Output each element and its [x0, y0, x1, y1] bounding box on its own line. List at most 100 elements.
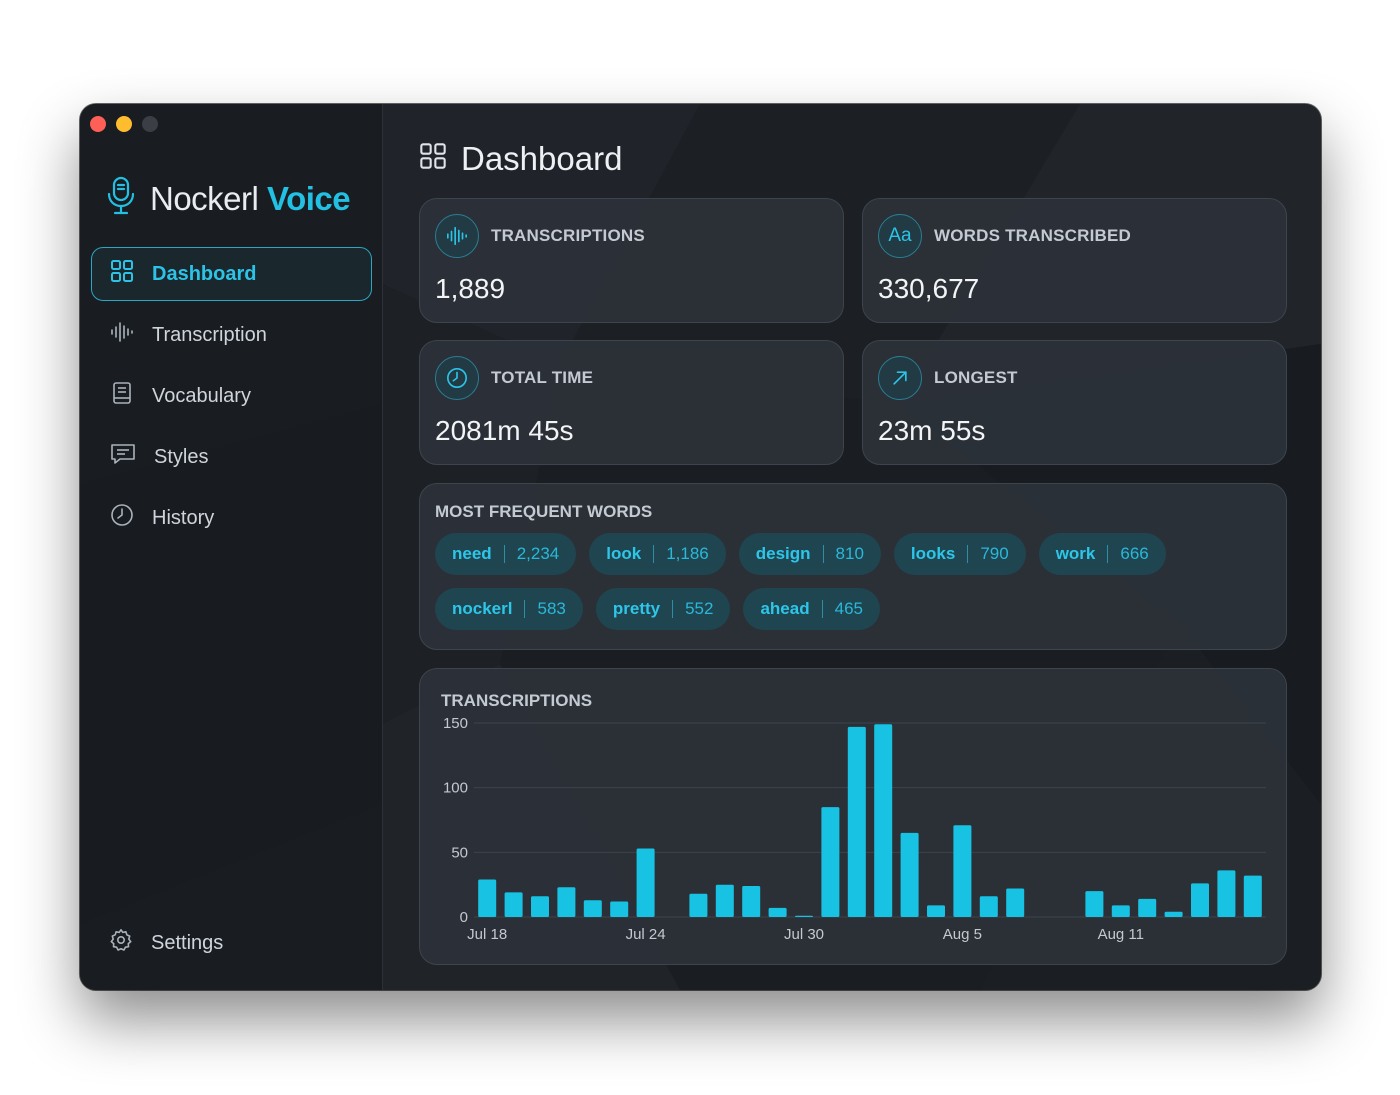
chart-bar[interactable] — [1164, 911, 1183, 917]
sidebar-item-history[interactable]: History — [91, 491, 372, 545]
word-chip-count: 552 — [685, 599, 714, 618]
chart-bar[interactable] — [1243, 875, 1262, 917]
y-tick-label: 0 — [460, 909, 468, 926]
word-chip-count: 666 — [1120, 544, 1149, 563]
word-chip-count: 810 — [835, 544, 864, 563]
word-chip[interactable]: need 2,234 — [435, 533, 577, 575]
stat-card-longest: LONGEST 23m 55s — [862, 340, 1287, 465]
chart-bar[interactable] — [768, 907, 787, 917]
sidebar-item-label: Dashboard — [152, 262, 257, 285]
word-chip-word: pretty — [612, 599, 661, 618]
stat-label: TOTAL TIME — [491, 368, 594, 387]
word-chip[interactable]: design 810 — [738, 533, 881, 575]
word-chip[interactable]: work 666 — [1038, 533, 1166, 575]
chart-bar[interactable] — [583, 900, 602, 917]
chart-bar[interactable] — [795, 915, 813, 917]
chart-bar[interactable] — [1191, 883, 1209, 917]
zoom-window-button[interactable] — [142, 116, 158, 132]
settings-button[interactable]: Settings — [109, 928, 223, 958]
chart-bar[interactable] — [821, 807, 840, 917]
clock-icon — [110, 503, 134, 533]
page-header: Dashboard — [419, 140, 622, 178]
text-aa-icon: Aa — [878, 214, 922, 258]
chart-bar[interactable] — [742, 886, 761, 917]
word-chip-count: 465 — [834, 599, 863, 618]
chart-bar[interactable] — [715, 884, 734, 917]
book-icon — [110, 381, 134, 411]
y-tick-label: 100 — [443, 780, 468, 797]
chart-bar[interactable] — [979, 896, 998, 917]
stat-value: 23m 55s — [878, 415, 986, 446]
word-chip[interactable]: ahead 465 — [743, 588, 880, 630]
chart-bar[interactable] — [953, 825, 972, 917]
x-tick-label: Jul 18 — [467, 926, 507, 943]
chart-bar[interactable] — [847, 726, 866, 917]
sidebar-item-dashboard[interactable]: Dashboard — [91, 247, 372, 301]
word-chip-count: 1,186 — [666, 544, 709, 563]
word-chip-word: work — [1055, 544, 1096, 563]
x-tick-label: Jul 24 — [626, 926, 666, 943]
stat-label: WORDS TRANSCRIBED — [934, 226, 1132, 245]
sidebar: Nockerl Voice Dashboard Transcription Vo… — [80, 104, 383, 990]
word-chip[interactable]: look 1,186 — [589, 533, 726, 575]
sidebar-item-vocabulary[interactable]: Vocabulary — [91, 369, 372, 423]
chart-bar[interactable] — [927, 905, 945, 917]
word-chip-list: need 2,234 look 1,186 design 810 looks 790 w… — [435, 533, 1255, 630]
stat-label: TRANSCRIPTIONS — [491, 226, 645, 245]
microphone-logo-icon — [106, 176, 136, 221]
sidebar-item-label: Vocabulary — [152, 384, 251, 407]
word-chip-word: look — [606, 544, 642, 563]
frequent-words-title: MOST FREQUENT WORDS — [435, 502, 653, 521]
chart-bar[interactable] — [531, 896, 549, 917]
settings-label: Settings — [151, 931, 224, 954]
chart-bar[interactable] — [557, 887, 576, 917]
word-chip-word: ahead — [760, 599, 810, 618]
chart-bar[interactable] — [1217, 870, 1236, 917]
chart-bar[interactable] — [636, 848, 655, 918]
brand-name: Nockerl — [150, 179, 259, 217]
app-brand: Nockerl Voice — [106, 176, 351, 221]
chart-bar[interactable] — [874, 724, 893, 917]
chart-bar[interactable] — [1085, 891, 1104, 917]
stat-card-words-transcribed: Aa WORDS TRANSCRIBED 330,677 — [862, 198, 1287, 323]
transcriptions-bar-chart: 0 50 100 150 Jul 18 Jul 24 Jul 30 Aug 5 Aug 11 — [443, 715, 1266, 943]
x-tick-label: Jul 30 — [784, 926, 824, 943]
word-chip-word: nockerl — [452, 599, 513, 618]
window-controls — [90, 116, 158, 132]
chart-bar[interactable] — [689, 893, 708, 917]
waveform-icon — [435, 214, 479, 258]
stat-label: LONGEST — [934, 368, 1018, 387]
word-chip-word: design — [755, 544, 811, 563]
word-chip-word: looks — [910, 544, 956, 563]
text-aa-glyph: Aa — [888, 225, 912, 246]
x-tick-label: Aug 5 — [943, 926, 982, 943]
chart-bar[interactable] — [1111, 905, 1130, 917]
brand-accent: Voice — [267, 179, 351, 217]
stat-card-total-time: TOTAL TIME 2081m 45s — [419, 340, 844, 465]
x-tick-label: Aug 11 — [1098, 926, 1144, 943]
y-tick-label: 50 — [451, 844, 468, 861]
chart-bar[interactable] — [478, 879, 497, 918]
word-chip[interactable]: looks 790 — [893, 533, 1026, 575]
app-window: Nockerl Voice Dashboard Transcription Vo… — [80, 104, 1321, 990]
minimize-window-button[interactable] — [116, 116, 132, 132]
sidebar-item-styles[interactable]: Styles — [91, 430, 372, 484]
page-title: Dashboard — [461, 140, 623, 177]
word-chip-word: need — [452, 544, 492, 563]
chart-bar[interactable] — [610, 901, 629, 918]
chart-bar[interactable] — [1006, 888, 1025, 918]
main-content: Dashboard TRANSCRIPTIONS 1,889 Aa WORDS … — [383, 104, 1321, 990]
chart-bar[interactable] — [504, 892, 523, 917]
word-chip-count: 2,234 — [516, 544, 560, 563]
y-tick-label: 150 — [443, 715, 468, 732]
chat-bubble-icon — [110, 442, 136, 472]
chart-bar[interactable] — [1138, 898, 1157, 917]
close-window-button[interactable] — [90, 116, 106, 132]
gear-icon — [109, 928, 133, 958]
frequent-words-card: MOST FREQUENT WORDS need 2,234 look 1,186 … — [419, 483, 1287, 650]
sidebar-item-transcription[interactable]: Transcription — [91, 308, 372, 362]
chart-bar[interactable] — [900, 832, 919, 917]
clock-icon — [435, 356, 479, 400]
word-chip[interactable]: pretty 552 — [595, 588, 731, 630]
word-chip[interactable]: nockerl 583 — [435, 588, 583, 630]
